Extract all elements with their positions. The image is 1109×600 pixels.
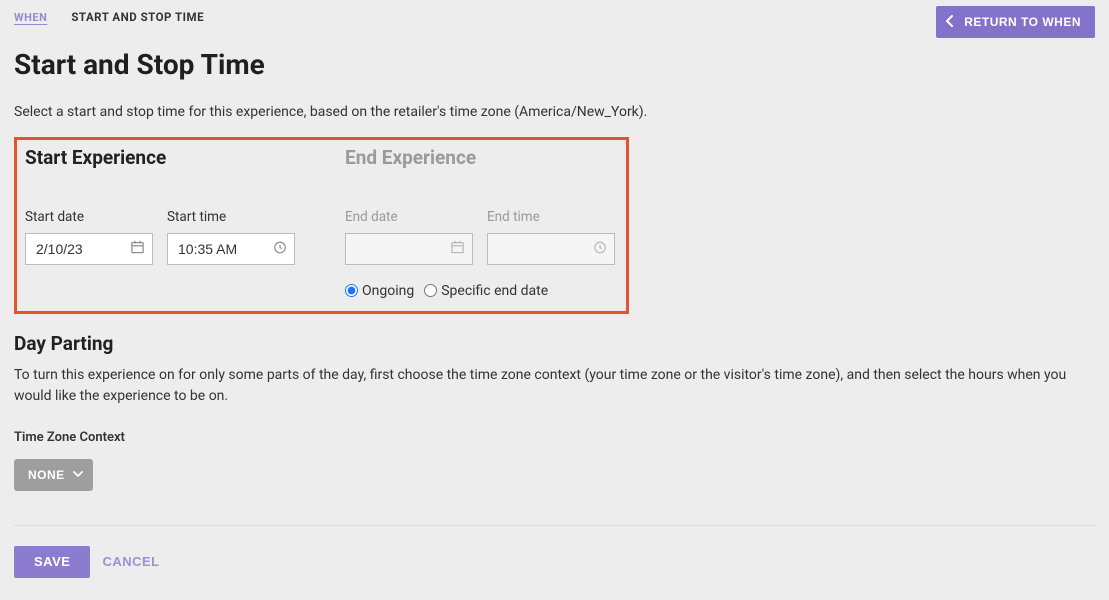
breadcrumb-link-when[interactable]: WHEN bbox=[14, 11, 47, 24]
day-parting-description: To turn this experience on for only some… bbox=[14, 365, 1074, 408]
time-zone-context-label: Time Zone Context bbox=[14, 430, 1095, 445]
end-date-label: End date bbox=[345, 209, 473, 225]
start-experience-heading: Start Experience bbox=[25, 146, 345, 169]
save-button[interactable]: SAVE bbox=[14, 546, 90, 578]
end-date-input bbox=[345, 233, 473, 265]
end-ongoing-radio-input[interactable] bbox=[345, 284, 358, 297]
cancel-button[interactable]: CANCEL bbox=[102, 554, 159, 569]
page-title: Start and Stop Time bbox=[14, 48, 1095, 81]
time-zone-context-value: NONE bbox=[28, 468, 65, 482]
end-specific-radio[interactable]: Specific end date bbox=[424, 283, 548, 299]
start-time-label: Start time bbox=[167, 209, 295, 225]
return-to-when-button[interactable]: RETURN TO WHEN bbox=[936, 6, 1095, 38]
start-stop-highlight-box: Start Experience Start date Start time bbox=[14, 137, 629, 314]
start-date-input[interactable] bbox=[25, 233, 153, 265]
end-ongoing-radio[interactable]: Ongoing bbox=[345, 283, 414, 299]
end-time-label: End time bbox=[487, 209, 615, 225]
end-time-input bbox=[487, 233, 615, 265]
breadcrumb: WHEN START AND STOP TIME bbox=[14, 6, 204, 24]
day-parting-heading: Day Parting bbox=[14, 332, 1095, 355]
chevron-down-icon bbox=[73, 468, 83, 482]
end-specific-radio-input[interactable] bbox=[424, 284, 437, 297]
divider bbox=[14, 525, 1095, 526]
end-ongoing-label: Ongoing bbox=[362, 283, 414, 299]
end-experience-heading: End Experience bbox=[345, 146, 615, 169]
time-zone-context-dropdown[interactable]: NONE bbox=[14, 459, 93, 491]
breadcrumb-current: START AND STOP TIME bbox=[71, 10, 204, 24]
page-description: Select a start and stop time for this ex… bbox=[14, 103, 1095, 123]
chevron-left-icon bbox=[946, 15, 954, 30]
start-time-input[interactable] bbox=[167, 233, 295, 265]
end-specific-label: Specific end date bbox=[441, 283, 548, 299]
start-date-label: Start date bbox=[25, 209, 153, 225]
return-button-label: RETURN TO WHEN bbox=[964, 15, 1081, 29]
